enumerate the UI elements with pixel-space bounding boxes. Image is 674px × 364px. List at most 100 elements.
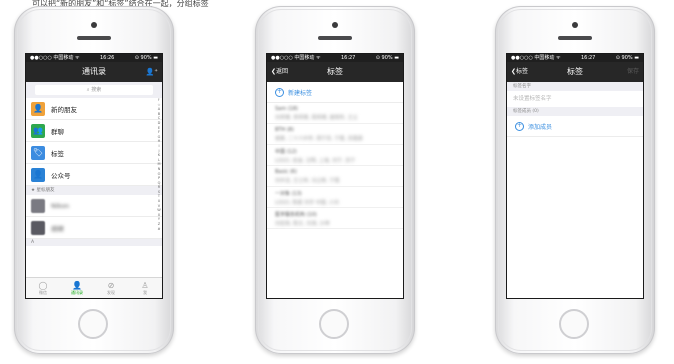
row-label: 标签 xyxy=(51,149,64,158)
battery-indicator: ⊙ 90% ▬ xyxy=(134,55,158,61)
avatar xyxy=(31,220,45,235)
tag-members: 刘中洁, 王士林, 冯立新, 宁霞 xyxy=(275,178,340,184)
row-label: 群聊 xyxy=(51,127,64,136)
person-icon: ♙ xyxy=(141,280,149,290)
tab-label: 我 xyxy=(143,289,147,295)
home-button[interactable] xyxy=(319,309,349,339)
tab-label: 微信 xyxy=(39,289,47,295)
tag-list-item[interactable]: 中国 (12) LOGO, 史迪, 汪明, 上海, 刘宁, 苏宁 xyxy=(267,145,403,166)
navigation-bar: ❮标签 标签 保存 xyxy=(507,62,643,82)
contacts-screen: ●●○○○ 中国移动 ᯤ 16:26 ⊙ 90% ▬ 通讯录 👤⁺ ⌕ 搜索 👤… xyxy=(26,54,162,298)
add-contact-icon[interactable]: 👤⁺ xyxy=(146,62,158,82)
row-label: 新的朋友 xyxy=(51,105,77,114)
tag-name: Sam (18) xyxy=(275,106,298,112)
carrier-label: ●●○○○ 中国移动 ᯤ xyxy=(271,55,321,61)
add-member-button[interactable]: + 添加成员 xyxy=(507,116,643,137)
phone-contacts: ●●○○○ 中国移动 ᯤ 16:26 ⊙ 90% ▬ 通讯录 👤⁺ ⌕ 搜索 👤… xyxy=(14,6,174,354)
status-bar: ●●○○○ 中国移动 ᯤ 16:27 ⊙ 90% ▬ xyxy=(267,54,403,62)
section-header-a: A xyxy=(26,239,162,246)
search-bar[interactable]: ⌕ 搜索 xyxy=(26,82,162,98)
compass-icon: ⊘ xyxy=(107,280,115,290)
front-camera xyxy=(332,22,338,28)
phone-edit-tag: ●●○○○ 中国移动 ᯤ 16:27 ⊙ 90% ▬ ❮标签 标签 保存 标签名… xyxy=(495,6,655,354)
page-title: 标签 xyxy=(567,67,583,76)
home-button[interactable] xyxy=(559,309,589,339)
new-tag-label: 新建标签 xyxy=(288,89,313,97)
front-camera xyxy=(91,22,97,28)
tag-members: LOGO, 史迪, 汪明, 上海, 刘宁, 苏宁 xyxy=(275,158,356,164)
tab-label: 通讯录 xyxy=(71,289,83,295)
tab-bar: ◯ 微信 👤 通讯录 ⊘ 发现 ♙ 我 xyxy=(26,277,162,298)
save-button[interactable]: 保存 xyxy=(627,62,639,82)
earpiece-speaker xyxy=(318,36,352,40)
search-placeholder: 搜索 xyxy=(91,87,102,93)
battery-indicator: ⊙ 90% ▬ xyxy=(375,55,399,61)
home-button[interactable] xyxy=(78,309,108,339)
tag-name: Basic (6) xyxy=(275,169,297,175)
tag-members: 刘宏扬, 陈文, 刘涛, 沙坤 xyxy=(275,221,330,227)
add-member-label: 添加成员 xyxy=(528,123,553,131)
tab-label: 发现 xyxy=(107,289,115,295)
alphabet-index[interactable]: ↑ ☆ A B C D E F G H I J K L M N O P Q R S T U V W X Y Z # xyxy=(157,98,161,231)
tag-name: BTH (8) xyxy=(275,127,294,133)
tag-list-item[interactable]: BTH (8) 谢某, 二十六中学, 周宁苏, 宁霞, 苏霞霖 xyxy=(267,124,403,145)
tab-contacts[interactable]: 👤 通讯录 xyxy=(60,278,94,298)
new-friends-row[interactable]: 👤 新的朋友 xyxy=(26,98,162,120)
page-title: 标签 xyxy=(327,67,343,76)
battery-indicator: ⊙ 90% ▬ xyxy=(615,55,639,61)
avatar xyxy=(31,198,45,213)
official-accounts-row[interactable]: 👤 公众号 xyxy=(26,164,162,186)
contact-name: Nikon xyxy=(51,201,70,210)
earpiece-speaker xyxy=(77,36,111,40)
earpiece-speaker xyxy=(558,36,592,40)
carrier-label: ●●○○○ 中国移动 ᯤ xyxy=(30,55,80,61)
plus-circle-icon: + xyxy=(515,121,524,131)
official-account-icon: 👤 xyxy=(31,167,45,182)
tag-members-section-header: 标签成员 (0) xyxy=(507,107,643,116)
clock: 16:27 xyxy=(340,55,356,61)
tab-chats[interactable]: ◯ 微信 xyxy=(26,278,60,298)
tab-discover[interactable]: ⊘ 发现 xyxy=(94,278,128,298)
tag-name-section-header: 标签名字 xyxy=(507,82,643,91)
tag-members: LOGO, 陈晨 刘宇 中国, 小刘 xyxy=(275,200,339,206)
tag-list-item[interactable]: Sam (18) 刘师傅, 李师傅, 周师傅, 建筑所, 王立 xyxy=(267,103,403,124)
edit-tag-screen: ●●○○○ 中国移动 ᯤ 16:27 ⊙ 90% ▬ ❮标签 标签 保存 标签名… xyxy=(507,54,643,298)
contact-row[interactable]: Nikon xyxy=(26,195,162,217)
tag-list-item[interactable]: 医学服务机构 (10) 刘宏扬, 陈文, 刘涛, 沙坤 xyxy=(267,208,403,229)
status-bar: ●●○○○ 中国移动 ᯤ 16:27 ⊙ 90% ▬ xyxy=(507,54,643,62)
starred-section-header: ★ 星标朋友 xyxy=(26,186,162,195)
tag-list: Sam (18) 刘师傅, 李师傅, 周师傅, 建筑所, 王立 BTH (8) 谢某,… xyxy=(267,103,403,229)
group-chats-row[interactable]: 👥 群聊 xyxy=(26,120,162,142)
tab-me[interactable]: ♙ 我 xyxy=(128,278,162,298)
contact-row[interactable]: 胡继 xyxy=(26,217,162,239)
add-friend-icon: 👤 xyxy=(31,101,45,116)
contact-name: 胡继 xyxy=(51,224,64,233)
navigation-bar: 通讯录 👤⁺ xyxy=(26,62,162,82)
phone-tags-list: ●●○○○ 中国移动 ᯤ 16:27 ⊙ 90% ▬ ❮返回 标签 + 新建标签… xyxy=(255,6,415,354)
contacts-icon: 👤 xyxy=(72,280,82,290)
clock: 16:27 xyxy=(580,55,596,61)
chat-bubble-icon: ◯ xyxy=(38,280,48,290)
tag-name: 一对象 (13) xyxy=(275,191,302,197)
tags-list-screen: ●●○○○ 中国移动 ᯤ 16:27 ⊙ 90% ▬ ❮返回 标签 + 新建标签… xyxy=(267,54,403,298)
new-tag-button[interactable]: + 新建标签 xyxy=(267,82,403,103)
page-title: 通讯录 xyxy=(82,67,106,76)
index-letter[interactable]: # xyxy=(157,227,161,232)
tag-members: 谢某, 二十六中学, 周宁苏, 宁霞, 苏霞霖 xyxy=(275,136,363,142)
tag-name: 医学服务机构 (10) xyxy=(275,212,317,218)
tag-name: 中国 (12) xyxy=(275,149,297,155)
clock: 16:26 xyxy=(99,55,115,61)
index-letter[interactable]: ↑ xyxy=(157,98,161,103)
tag-name-input[interactable]: 未设置标签名字 xyxy=(507,91,643,107)
tag-icon: 🏷 xyxy=(31,145,45,160)
row-label: 公众号 xyxy=(51,171,71,180)
plus-circle-icon: + xyxy=(275,87,284,97)
carrier-label: ●●○○○ 中国移动 ᯤ xyxy=(511,55,561,61)
search-input[interactable]: ⌕ 搜索 xyxy=(35,85,153,95)
front-camera xyxy=(572,22,578,28)
tag-list-item[interactable]: Basic (6) 刘中洁, 王士林, 冯立新, 宁霞 xyxy=(267,166,403,187)
group-chat-icon: 👥 xyxy=(31,123,45,138)
tag-members: 刘师傅, 李师傅, 周师傅, 建筑所, 王立 xyxy=(275,115,358,121)
tags-row[interactable]: 🏷 标签 xyxy=(26,142,162,164)
tag-list-item[interactable]: 一对象 (13) LOGO, 陈晨 刘宇 中国, 小刘 xyxy=(267,187,403,208)
